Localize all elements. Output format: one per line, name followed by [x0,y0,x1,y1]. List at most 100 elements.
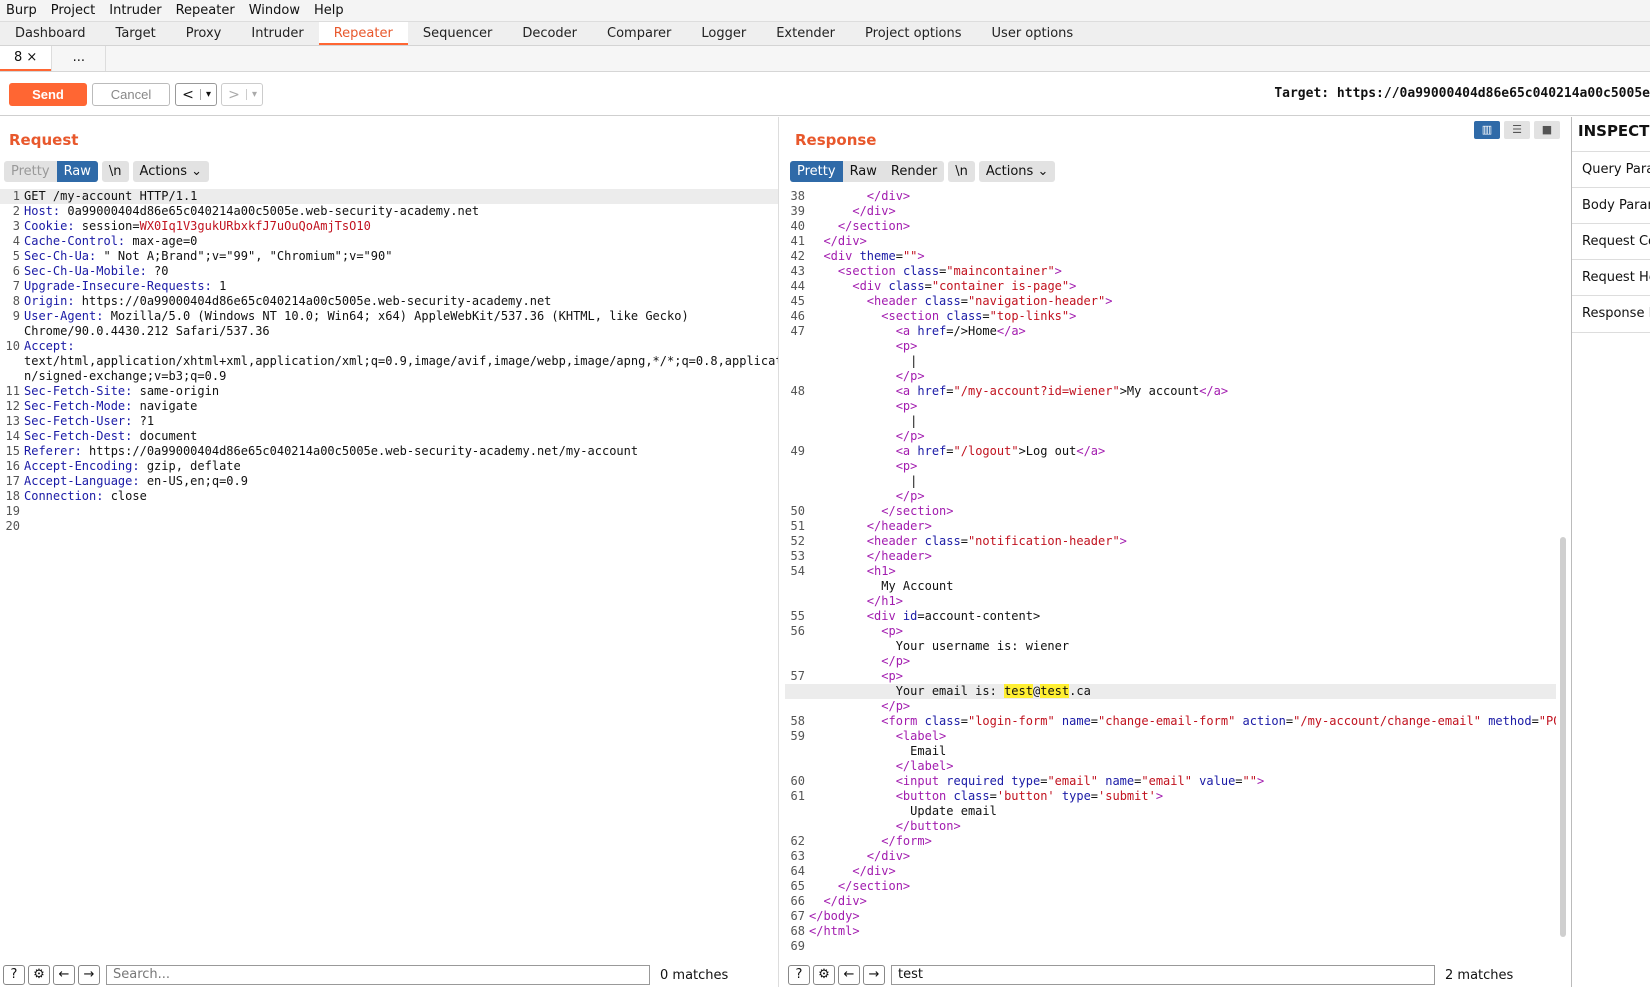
history-back-group[interactable]: < ▾ [175,83,217,106]
response-line: 67 </body> [785,909,1556,924]
help-icon[interactable]: ? [788,965,810,985]
line-text: Connection: close [22,489,778,504]
tab-decoder[interactable]: Decoder [507,22,592,45]
back-dropdown-icon[interactable]: ▾ [200,89,216,100]
response-line: </p> [785,489,1556,504]
html-tag: </div> [852,864,896,878]
html-tag: > [1155,789,1164,803]
response-view-toggle[interactable]: Pretty Raw Render [790,161,945,182]
gear-icon[interactable]: ⚙ [28,965,50,985]
tab-logger[interactable]: Logger [686,22,761,45]
request-actions-menu[interactable]: Actions ⌄ [132,161,210,182]
line-number: 58 [790,714,805,728]
inspector-query-parameters[interactable]: Query Parameters [1572,151,1650,188]
chevron-left-icon[interactable]: < [176,87,200,103]
forward-dropdown-icon[interactable]: ▾ [246,89,262,100]
tab-project-options[interactable]: Project options [850,22,977,45]
line-number: 5 [12,249,20,263]
response-newline-toggle[interactable]: \n [948,161,975,182]
header-name: Origin: [24,294,75,308]
request-pretty-tab[interactable]: Pretty [4,161,57,182]
tab-dashboard[interactable]: Dashboard [0,22,101,45]
subtab-more[interactable]: ... [51,46,107,71]
help-icon[interactable]: ? [3,965,25,985]
response-pretty-tab[interactable]: Pretty [790,161,843,182]
line-text: Update email [807,804,1556,819]
split-rows-icon[interactable]: ☰ [1504,121,1530,139]
line-text: | [807,414,1556,429]
tab-sequencer[interactable]: Sequencer [408,22,507,45]
subtab-current[interactable]: 8 × [0,46,52,71]
line-text: <a href=/>Home</a> [807,324,1556,339]
response-search-input[interactable]: test [891,965,1435,985]
inspector-body-parameters[interactable]: Body Parameters [1572,187,1650,224]
tab-extender[interactable]: Extender [761,22,850,45]
request-search-input[interactable]: Search... [106,965,650,985]
request-line: 4 Cache-Control: max-age=0 [0,234,778,249]
request-editor[interactable]: 1 GET /my-account HTTP/1.1 2 Host: 0a990004… [0,189,778,534]
line-number: 56 [790,624,805,638]
menu-intruder[interactable]: Intruder [109,3,161,18]
html-attr: value [1199,774,1236,788]
response-actions-menu[interactable]: Actions ⌄ [978,161,1056,182]
response-line: 66 </div> [785,894,1556,909]
send-button[interactable]: Send [9,83,87,106]
layout-toggle[interactable]: ▥ ☰ ■ [1474,121,1560,139]
response-raw-tab[interactable]: Raw [843,161,884,182]
gear-icon[interactable]: ⚙ [813,965,835,985]
response-editor[interactable]: 38 </div> 39 </div> 40 </section> 41 </div>… [785,189,1556,954]
inspector-request-headers[interactable]: Request Headers [1572,259,1650,296]
line-text: Sec-Fetch-Dest: document [22,429,778,444]
arrow-left-icon[interactable]: ← [53,965,75,985]
chevron-right-icon[interactable]: > [222,87,246,103]
arrow-right-icon[interactable]: → [863,965,885,985]
arrow-left-icon[interactable]: ← [838,965,860,985]
arrow-right-icon[interactable]: → [78,965,100,985]
line-number: 43 [790,264,805,278]
line-number [785,474,807,489]
html-tag: <a [895,444,918,458]
line-number: 38 [790,189,805,203]
html-tag: <h1> [866,564,896,578]
history-forward-group[interactable]: > ▾ [221,83,263,106]
request-raw-tab[interactable]: Raw [56,161,98,182]
menu-help[interactable]: Help [314,3,344,18]
header-value: 0a99000404d86e65c040214a00c5005e.web-sec… [60,204,480,218]
html-tag: </a> [996,324,1026,338]
request-line: 12 Sec-Fetch-Mode: navigate [0,399,778,414]
menu-window[interactable]: Window [249,3,300,18]
cancel-button[interactable]: Cancel [92,83,170,106]
inspector-request-cookies[interactable]: Request Cookies [1572,223,1650,260]
tab-repeater[interactable]: Repeater [318,22,408,45]
menu-project[interactable]: Project [51,3,95,18]
line-text: <a href="/logout">Log out</a> [807,444,1556,459]
request-line: 11 Sec-Fetch-Site: same-origin [0,384,778,399]
split-columns-icon[interactable]: ▥ [1474,121,1500,139]
line-text: Upgrade-Insecure-Requests: 1 [22,279,778,294]
menu-burp[interactable]: Burp [6,3,37,18]
tab-user-options[interactable]: User options [977,22,1089,45]
request-view-toggle[interactable]: Pretty Raw [4,161,98,182]
tab-intruder[interactable]: Intruder [236,22,318,45]
tab-target[interactable]: Target [101,22,171,45]
request-newline-toggle[interactable]: \n [101,161,129,182]
html-tag: </button> [895,819,961,833]
target-url[interactable]: Target: https://0a99000404d86e65c040214a… [1274,86,1650,101]
response-line: | [785,414,1556,429]
html-attr: name [1105,774,1135,788]
line-text: </p> [807,699,1556,714]
line-number: 48 [790,384,805,398]
menu-repeater[interactable]: Repeater [176,3,235,18]
response-scrollbar[interactable] [1560,537,1566,937]
request-line: 1 GET /my-account HTTP/1.1 [0,189,778,204]
html-tag: </section> [837,219,911,233]
line-text: </section> [807,879,1556,894]
tab-comparer[interactable]: Comparer [592,22,686,45]
response-render-tab[interactable]: Render [884,161,944,182]
line-text: </button> [807,819,1556,834]
single-pane-icon[interactable]: ■ [1534,121,1560,139]
header-name: Sec-Fetch-Dest: [24,429,133,443]
request-line: 15 Referer: https://0a99000404d86e65c0402… [0,444,778,459]
tab-proxy[interactable]: Proxy [171,22,237,45]
inspector-response-headers[interactable]: Response Headers [1572,295,1650,333]
